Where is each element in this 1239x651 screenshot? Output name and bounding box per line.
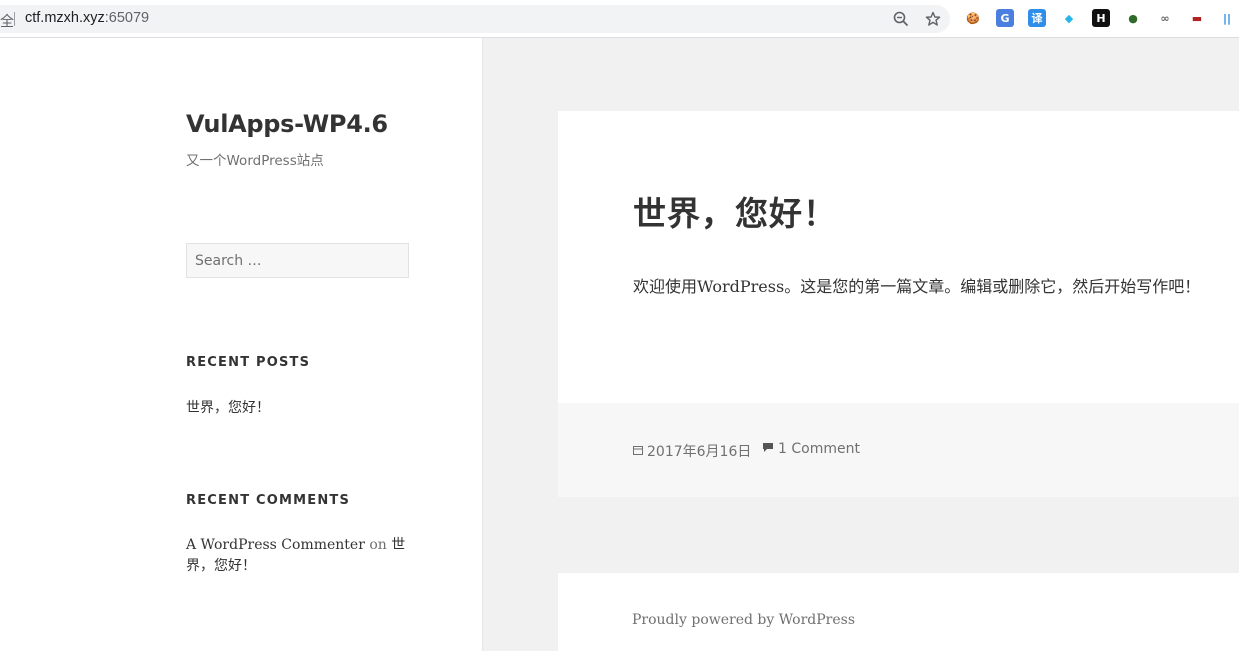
post-date[interactable]: 2017年6月16日 [633,441,751,461]
calendar-icon [633,445,643,458]
cube-extension-icon[interactable]: ◆ [1060,9,1078,27]
site-title[interactable]: VulApps-WP4.6 [186,110,388,138]
recent-comments-heading: RECENT COMMENTS [186,493,351,508]
comment-bubble-icon [762,442,774,456]
post-content: 欢迎使用WordPress。这是您的第一篇文章。编辑或删除它，然后开始写作吧！ [633,277,1201,296]
green-ball-extension-icon[interactable]: ● [1124,9,1142,27]
recent-posts-heading: RECENT POSTS [186,355,311,370]
comment-on-text: on [369,537,387,553]
yi-translate-extension-icon[interactable]: 译 [1028,9,1046,27]
site-sidebar: VulApps-WP4.6 又一个WordPress站点 Search … RE… [0,38,483,651]
url-host: ctf.mzxh.xyz [25,10,105,26]
address-divider [14,12,15,26]
site-description: 又一个WordPress站点 [186,153,324,169]
footer-credit-link[interactable]: Proudly powered by WordPress [632,612,855,628]
post-meta: 2017年6月16日 1 Comment [558,403,1239,497]
post-article: 世界，您好！ 欢迎使用WordPress。这是您的第一篇文章。编辑或删除它，然后… [558,111,1239,497]
zoom-icon[interactable] [891,9,911,29]
search-input[interactable]: Search … [186,243,409,278]
post-comments-text: 1 Comment [778,441,860,457]
url-text[interactable]: ctf.mzxh.xyz:65079 [25,10,149,26]
post-date-text: 2017年6月16日 [647,444,752,460]
post-title[interactable]: 世界，您好！ [633,187,837,235]
bookmark-star-icon[interactable] [923,9,943,29]
wing-extension-icon[interactable]: ∞ [1156,9,1174,27]
cookie-extension-icon[interactable]: 🍪 [964,9,982,27]
comment-author-link[interactable]: A WordPress Commenter [186,537,365,553]
mask-extension-icon[interactable]: ▬ [1188,9,1206,27]
security-label[interactable]: 全 [0,11,14,31]
browser-toolbar: 全 ctf.mzxh.xyz:65079 🍪 G 译 ◆ H ● ∞ ▬ || [0,0,1239,38]
h-extension-icon[interactable]: H [1092,9,1110,27]
recent-comment-item: A WordPress Commenter on 世界，您好！ [186,535,411,577]
site-footer: Proudly powered by WordPress [558,573,1239,651]
post-comments-link[interactable]: 1 Comment [762,441,860,457]
sidebar-extension-icon[interactable]: || [1218,9,1236,27]
address-bar[interactable]: 全 ctf.mzxh.xyz:65079 [0,5,950,33]
search-placeholder: Search … [195,253,262,269]
recent-post-link[interactable]: 世界，您好！ [186,397,270,417]
url-port: :65079 [104,10,150,26]
translate-extension-icon[interactable]: G [996,9,1014,27]
